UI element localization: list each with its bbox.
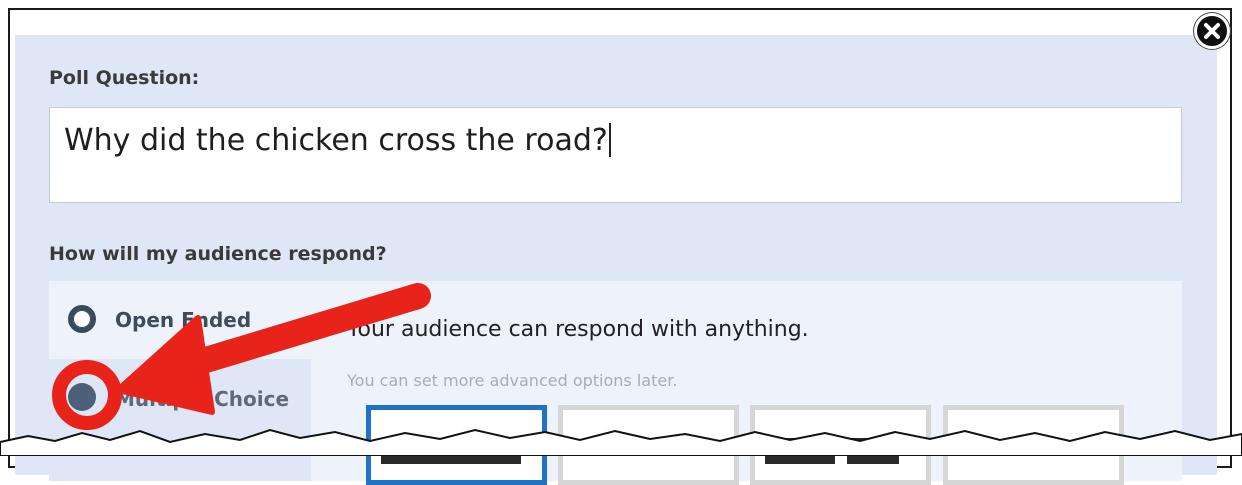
torn-edge [0,428,1242,456]
